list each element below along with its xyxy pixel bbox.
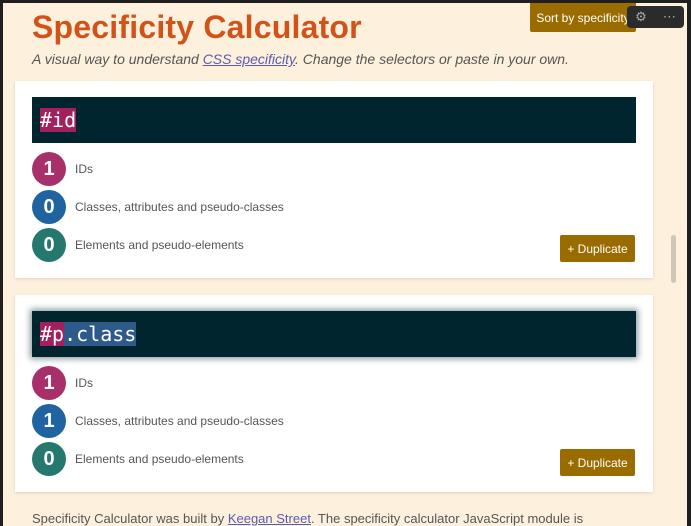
classes-label: Classes, attributes and pseudo-classes xyxy=(75,200,284,214)
scrollbar-thumb[interactable] xyxy=(671,235,676,283)
ids-label: IDs xyxy=(75,162,93,176)
classes-row: 1 Classes, attributes and pseudo-classes xyxy=(32,402,284,440)
duplicate-button[interactable]: + Duplicate xyxy=(560,235,635,262)
elements-label: Elements and pseudo-elements xyxy=(75,452,244,466)
elements-row: 0 Elements and pseudo-elements xyxy=(32,440,284,478)
page-subtitle: A visual way to understand CSS specifici… xyxy=(32,51,569,67)
selector-card: #p.class 1 IDs 1 Classes, attributes and… xyxy=(15,295,653,492)
elements-count-badge: 0 xyxy=(32,228,66,262)
subtitle-text: A visual way to understand xyxy=(32,51,203,67)
more-icon[interactable]: ⋯ xyxy=(663,9,676,25)
sort-by-specificity-button[interactable]: Sort by specificity xyxy=(530,3,636,32)
settings-icon[interactable]: ⚙ xyxy=(635,9,647,25)
selector-text: #p.class xyxy=(40,322,137,346)
selector-input[interactable]: #id xyxy=(32,97,636,143)
ids-row: 1 IDs xyxy=(32,364,284,402)
footer-text: Specificity Calculator was built by Keeg… xyxy=(32,511,583,526)
classes-label: Classes, attributes and pseudo-classes xyxy=(75,414,284,428)
selector-rest-part: .class xyxy=(64,322,137,346)
classes-count-badge: 0 xyxy=(32,190,66,224)
selector-highlighted-part: #p.class xyxy=(40,322,137,346)
selector-text: #id xyxy=(40,108,77,132)
specificity-rows: 1 IDs 1 Classes, attributes and pseudo-c… xyxy=(32,364,284,478)
page-title: Specificity Calculator xyxy=(32,9,362,45)
selector-card: #id 1 IDs 0 Classes, attributes and pseu… xyxy=(15,81,653,278)
classes-count-badge: 1 xyxy=(32,404,66,438)
elements-row: 0 Elements and pseudo-elements xyxy=(32,226,284,264)
elements-label: Elements and pseudo-elements xyxy=(75,238,244,252)
elements-count-badge: 0 xyxy=(32,442,66,476)
page: Specificity Calculator A visual way to u… xyxy=(3,3,687,526)
specificity-rows: 1 IDs 0 Classes, attributes and pseudo-c… xyxy=(32,150,284,264)
author-link[interactable]: Keegan Street xyxy=(228,511,311,526)
ids-count-badge: 1 xyxy=(32,366,66,400)
ids-count-badge: 1 xyxy=(32,152,66,186)
css-specificity-link[interactable]: CSS specificity xyxy=(203,51,295,67)
overlay-toolbar: ⚙ ⋯ xyxy=(627,6,684,28)
classes-row: 0 Classes, attributes and pseudo-classes xyxy=(32,188,284,226)
selector-input[interactable]: #p.class xyxy=(32,311,636,357)
ids-row: 1 IDs xyxy=(32,150,284,188)
subtitle-text-end: . Change the selectors or paste in your … xyxy=(295,51,569,67)
selector-id-part: #p xyxy=(40,322,65,346)
ids-label: IDs xyxy=(75,376,93,390)
footer-post: . The specificity calculator JavaScript … xyxy=(310,511,584,526)
selector-id-part: #id xyxy=(40,108,77,132)
duplicate-button[interactable]: + Duplicate xyxy=(560,449,635,476)
footer-pre: Specificity Calculator was built by xyxy=(32,511,228,526)
